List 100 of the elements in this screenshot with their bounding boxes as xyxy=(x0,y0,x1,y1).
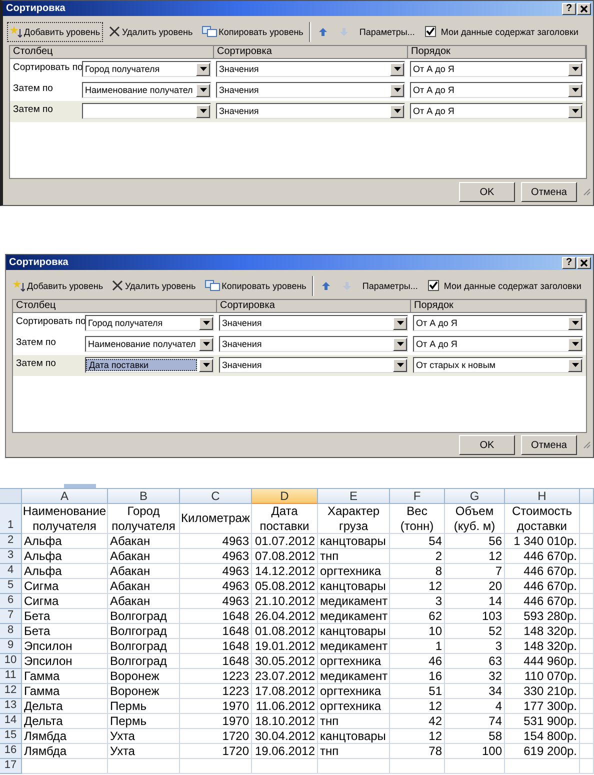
level-label[interactable]: Сортировать по xyxy=(13,313,83,334)
dropdown-button[interactable] xyxy=(568,62,582,76)
dropdown-button[interactable] xyxy=(199,316,213,330)
close-button[interactable] xyxy=(577,2,591,14)
sort-on-dropdown[interactable]: Значения xyxy=(219,336,408,352)
sort-on-dropdown[interactable]: Значения xyxy=(219,357,408,373)
row-header[interactable]: 3 xyxy=(0,549,22,564)
level-label[interactable]: Затем по xyxy=(13,334,83,355)
column-header[interactable]: D xyxy=(252,489,318,504)
column-dropdown[interactable]: Город получателя xyxy=(85,315,214,331)
headers-checkbox[interactable] xyxy=(428,280,439,291)
row-header[interactable]: 14 xyxy=(0,714,22,729)
column-dropdown[interactable] xyxy=(82,103,211,119)
table-cell: 18.10.2012 xyxy=(252,714,318,729)
copy-level-button[interactable]: Копировать уровень xyxy=(202,276,310,295)
options-button[interactable]: Параметры... xyxy=(356,22,418,40)
row-header[interactable]: 7 xyxy=(0,609,22,624)
table-cell: Абакан xyxy=(108,579,180,594)
dropdown-button[interactable] xyxy=(199,338,213,350)
row-header[interactable]: 17 xyxy=(0,759,22,774)
column-header[interactable]: G xyxy=(445,489,505,504)
sort-on-dropdown[interactable]: Значения xyxy=(219,315,408,331)
row-header[interactable]: 1 xyxy=(0,504,22,534)
column-header[interactable]: E xyxy=(318,489,390,504)
cancel-button[interactable]: Отмена xyxy=(521,182,577,202)
copy-level-button[interactable]: Копировать уровень xyxy=(198,22,306,41)
add-level-button[interactable]: Добавить уровень xyxy=(10,276,106,296)
ok-button[interactable]: OK xyxy=(459,435,515,455)
table-cell: 12 xyxy=(390,579,445,594)
delete-icon xyxy=(109,26,120,37)
order-dropdown[interactable]: От А до Я xyxy=(410,82,583,98)
dropdown-button[interactable] xyxy=(390,62,404,76)
headers-checkbox[interactable] xyxy=(424,26,436,37)
dropdown-button[interactable] xyxy=(568,104,582,118)
cancel-button[interactable]: Отмена xyxy=(521,435,577,455)
dropdown-button[interactable] xyxy=(196,84,210,96)
order-dropdown[interactable]: От А до Я xyxy=(410,61,583,77)
column-header[interactable]: B xyxy=(108,489,180,504)
row-header[interactable]: 4 xyxy=(0,564,22,579)
row-header[interactable]: 6 xyxy=(0,594,22,609)
order-dropdown[interactable]: От А до Я xyxy=(413,315,583,331)
options-button[interactable]: Параметры... xyxy=(359,276,421,294)
level-label[interactable]: Затем по xyxy=(10,80,80,101)
delete-level-button[interactable]: Удалить уровень xyxy=(109,276,199,295)
dropdown-button[interactable] xyxy=(390,104,404,118)
row-header[interactable]: 8 xyxy=(0,624,22,639)
ok-button[interactable]: OK xyxy=(459,182,515,202)
row-header[interactable]: 13 xyxy=(0,699,22,714)
column-header[interactable]: C xyxy=(180,489,252,504)
dropdown-button[interactable] xyxy=(568,338,582,350)
add-level-button[interactable]: Добавить уровень xyxy=(7,22,104,42)
sort-on-dropdown[interactable]: Значения xyxy=(216,103,405,119)
column-dropdown[interactable]: Наименование получател xyxy=(85,336,214,352)
table-cell: 8 xyxy=(390,564,445,579)
row-header[interactable]: 2 xyxy=(0,534,22,549)
level-label[interactable]: Затем по xyxy=(13,355,83,376)
table-cell: 1970 xyxy=(180,699,252,714)
row-header[interactable]: 16 xyxy=(0,744,22,759)
dropdown-button[interactable] xyxy=(393,338,407,350)
dropdown-button[interactable] xyxy=(568,316,582,330)
checkbox-label: Мои данные содержат заголовки xyxy=(444,280,582,290)
column-header[interactable]: A xyxy=(22,489,108,504)
column-dropdown[interactable]: Дата поставки xyxy=(85,357,214,373)
check-icon xyxy=(428,281,438,290)
dropdown-button[interactable] xyxy=(196,104,210,118)
help-button[interactable]: ? xyxy=(562,2,576,14)
table-cell: 3 xyxy=(445,639,505,654)
dropdown-button[interactable] xyxy=(196,62,210,76)
level-label[interactable]: Затем по xyxy=(10,101,80,122)
row-header[interactable]: 12 xyxy=(0,684,22,699)
close-button[interactable] xyxy=(577,256,591,268)
row-header[interactable]: 10 xyxy=(0,654,22,669)
row-header[interactable]: 15 xyxy=(0,729,22,744)
sort-on-dropdown[interactable]: Значения xyxy=(216,82,405,98)
column-dropdown[interactable]: Город получателя xyxy=(82,61,211,77)
row-header[interactable]: 9 xyxy=(0,639,22,654)
table-cell: Дата поставки xyxy=(252,504,318,534)
column-header[interactable]: H xyxy=(505,489,580,504)
row-header[interactable]: 11 xyxy=(0,669,22,684)
table-cell xyxy=(580,639,594,654)
caret-icon xyxy=(394,88,400,92)
column-header[interactable]: F xyxy=(390,489,445,504)
table-cell: 1720 xyxy=(180,744,252,759)
sort-on-dropdown[interactable]: Значения xyxy=(216,61,405,77)
order-dropdown[interactable]: От старых к новым xyxy=(413,357,583,373)
row-header[interactable]: 5 xyxy=(0,579,22,594)
table-cell xyxy=(580,654,594,669)
help-button[interactable]: ? xyxy=(562,256,576,268)
dropdown-button[interactable] xyxy=(568,84,582,96)
order-dropdown[interactable]: От А до Я xyxy=(410,103,583,119)
dropdown-button[interactable] xyxy=(568,358,582,372)
dropdown-button[interactable] xyxy=(199,358,213,372)
level-label[interactable]: Сортировать по xyxy=(10,59,80,80)
table-cell: оргтехника xyxy=(318,654,390,669)
column-dropdown[interactable]: Наименование получател xyxy=(82,82,211,98)
delete-level-button[interactable]: Удалить уровень xyxy=(106,22,196,41)
dropdown-button[interactable] xyxy=(393,316,407,330)
dropdown-button[interactable] xyxy=(393,358,407,372)
order-dropdown[interactable]: От А до Я xyxy=(413,336,583,352)
dropdown-button[interactable] xyxy=(390,84,404,96)
